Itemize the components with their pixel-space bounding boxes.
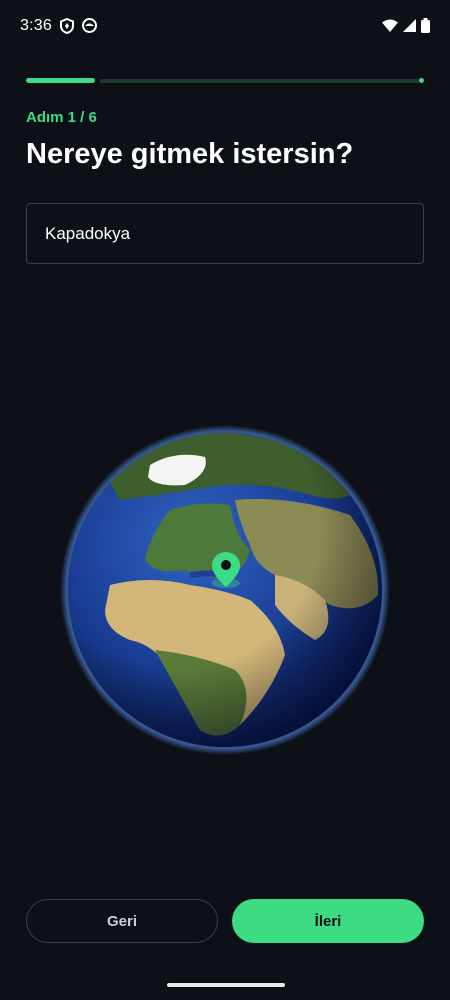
home-indicator[interactable] bbox=[167, 983, 285, 987]
globe[interactable] bbox=[60, 425, 390, 755]
shield-icon bbox=[60, 17, 74, 39]
battery-icon bbox=[421, 18, 430, 38]
status-bar: 3:36 bbox=[0, 0, 450, 56]
progress-fill bbox=[26, 78, 95, 83]
progress-track bbox=[100, 79, 420, 83]
globe-image bbox=[60, 425, 390, 755]
app-notification-icon bbox=[82, 18, 97, 39]
back-button[interactable]: Geri bbox=[26, 899, 218, 943]
status-right-icons bbox=[382, 18, 430, 38]
destination-input[interactable] bbox=[26, 203, 424, 264]
page-title: Nereye gitmek istersin? bbox=[26, 138, 354, 170]
next-button[interactable]: İleri bbox=[232, 899, 424, 943]
progress-bar bbox=[26, 78, 424, 84]
progress-end-dot bbox=[419, 78, 424, 83]
step-label: Adım 1 / 6 bbox=[26, 109, 97, 126]
screen: 3:36 Adım 1 / 6 Nereye gitmek istersin? … bbox=[0, 0, 450, 1000]
wifi-icon bbox=[382, 19, 398, 37]
status-time: 3:36 bbox=[20, 17, 52, 34]
status-left-icons bbox=[60, 17, 97, 39]
cellular-signal-icon bbox=[403, 19, 416, 37]
